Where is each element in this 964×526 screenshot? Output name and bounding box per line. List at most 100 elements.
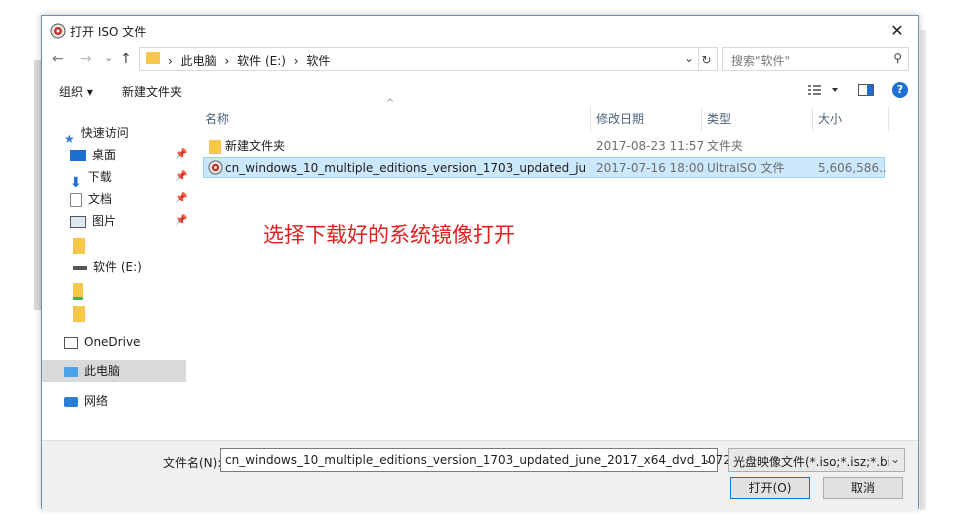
instruction-annotation: 选择下载好的系统镜像打开 xyxy=(263,223,515,247)
sidebar-item-downloads[interactable]: ⬇ 下载 xyxy=(70,166,112,191)
file-date: 2017-07-16 18:00 xyxy=(596,161,705,175)
sidebar-item-folder[interactable] xyxy=(73,234,91,256)
picture-icon xyxy=(70,215,86,228)
new-folder-button[interactable]: 新建文件夹 xyxy=(122,83,182,100)
pin-icon[interactable]: 📌 xyxy=(175,215,187,226)
breadcrumb-separator: › xyxy=(224,54,230,68)
sidebar-item-label: 桌面 xyxy=(92,148,117,162)
sidebar-item-label: 文档 xyxy=(88,192,113,206)
search-icon[interactable]: ⚲ xyxy=(893,51,902,65)
drive-icon xyxy=(73,265,87,270)
file-type: UltraISO 文件 xyxy=(707,161,785,175)
file-size: 5,606,586... xyxy=(818,161,886,175)
folder-icon xyxy=(73,237,85,254)
search-input[interactable]: 搜索"软件" xyxy=(731,52,790,69)
desktop-icon xyxy=(70,150,86,161)
file-type-select[interactable]: 光盘映像文件(*.iso;*.isz;*.bin;* ⌄ xyxy=(728,448,905,472)
column-header-type[interactable]: 类型 xyxy=(707,106,731,132)
chevron-down-icon[interactable]: ⌄ xyxy=(684,51,694,65)
sidebar-item-documents[interactable]: 文档 xyxy=(70,188,112,210)
computer-icon xyxy=(64,366,78,377)
document-icon xyxy=(70,192,82,207)
window-title: 打开 ISO 文件 xyxy=(70,25,147,39)
filename-value[interactable]: cn_windows_10_multiple_editions_version_… xyxy=(225,453,775,467)
file-row[interactable]: 新建文件夹 2017-08-23 11:57 文件夹 xyxy=(203,136,885,157)
star-icon: ★ xyxy=(64,131,75,146)
column-header-date[interactable]: 修改日期 xyxy=(596,106,644,132)
sidebar-item-drive[interactable]: 软件 (E:) xyxy=(73,256,142,278)
sidebar-item-label: 软件 (E:) xyxy=(93,260,142,274)
column-divider[interactable] xyxy=(701,106,702,132)
folder-icon xyxy=(73,283,83,300)
filename-label: 文件名(N): xyxy=(163,456,222,470)
search-box[interactable]: 搜索"软件" ⚲ xyxy=(722,47,909,71)
close-button[interactable]: ✕ xyxy=(876,16,918,46)
file-name: cn_windows_10_multiple_editions_version_… xyxy=(225,161,585,175)
folder-icon xyxy=(73,305,85,322)
breadcrumb-drive[interactable]: 软件 (E:) xyxy=(237,54,286,68)
sidebar-item-label: 此电脑 xyxy=(84,364,121,378)
file-type: 文件夹 xyxy=(707,139,744,153)
open-button[interactable]: 打开(O) xyxy=(730,477,810,499)
column-divider[interactable] xyxy=(590,106,591,132)
address-row: ← → ⌄ ↑ › 此电脑 › 软件 (E:) › 软件 ⌄ ↻ 搜索"软件" … xyxy=(42,47,918,73)
background-window-edge xyxy=(34,60,41,310)
sidebar-item-label: OneDrive xyxy=(84,335,141,349)
iso-file-icon xyxy=(208,160,223,175)
onedrive-icon xyxy=(64,336,78,349)
title-bar: 打开 ISO 文件 ✕ xyxy=(42,16,918,46)
sidebar-item-label: 下载 xyxy=(87,170,112,184)
forward-button[interactable]: → xyxy=(80,51,92,67)
sidebar-item-folder[interactable] xyxy=(73,280,89,302)
up-button[interactable]: ↑ xyxy=(120,51,132,67)
chevron-down-icon[interactable]: ⌄ xyxy=(890,452,900,466)
file-row-selected[interactable]: cn_windows_10_multiple_editions_version_… xyxy=(203,157,886,178)
network-icon xyxy=(64,396,78,407)
background-window-edge-right xyxy=(920,30,926,510)
toolbar: 组织 ▾ 新建文件夹 ? xyxy=(42,78,918,104)
sidebar-item-label: 图片 xyxy=(92,214,117,228)
file-date: 2017-08-23 11:57 xyxy=(596,139,705,153)
folder-icon xyxy=(209,140,221,154)
pin-icon[interactable]: 📌 xyxy=(175,171,187,182)
view-controls: ? xyxy=(808,82,908,98)
column-divider[interactable] xyxy=(888,106,889,132)
view-options-icon[interactable] xyxy=(808,83,842,97)
sort-ascending-icon: ^ xyxy=(386,98,395,109)
sidebar-item-label: 快速访问 xyxy=(80,126,129,140)
file-type-value[interactable]: 光盘映像文件(*.iso;*.isz;*.bin;* xyxy=(733,453,889,470)
breadcrumb-folder[interactable]: 软件 xyxy=(306,54,330,68)
breadcrumb-separator: › xyxy=(293,54,299,68)
column-header-size[interactable]: 大小 xyxy=(818,106,842,132)
column-header-name[interactable]: 名称 xyxy=(205,106,229,132)
help-icon[interactable]: ? xyxy=(892,82,908,98)
chevron-down-icon[interactable]: ⌄ xyxy=(703,452,713,466)
pin-icon[interactable]: 📌 xyxy=(175,149,187,160)
sidebar-item-network[interactable]: 网络 xyxy=(64,390,108,412)
sidebar-item-folder[interactable] xyxy=(73,302,91,324)
dialog-footer: 文件名(N): cn_windows_10_multiple_editions_… xyxy=(42,440,918,511)
preview-pane-icon[interactable] xyxy=(858,83,875,97)
sidebar-item-quick-access[interactable]: ★ 快速访问 xyxy=(64,122,129,146)
cancel-button[interactable]: 取消 xyxy=(823,477,903,499)
sidebar-item-this-pc[interactable]: 此电脑 xyxy=(64,360,120,382)
sidebar-item-label: 网络 xyxy=(84,394,109,408)
organize-button[interactable]: 组织 ▾ xyxy=(59,83,93,100)
recent-locations-button[interactable]: ⌄ xyxy=(104,51,113,64)
sidebar-item-onedrive[interactable]: OneDrive xyxy=(64,331,140,353)
breadcrumb-this-pc[interactable]: 此电脑 xyxy=(181,54,217,68)
column-divider[interactable] xyxy=(812,106,813,132)
navigation-pane: ★ 快速访问 桌面 📌 ⬇ 下载 📌 文档 📌 图片 📌 软件 (E:) One… xyxy=(42,108,190,438)
refresh-button[interactable]: ↻ xyxy=(696,47,718,71)
folder-icon xyxy=(146,52,160,64)
pin-icon[interactable]: 📌 xyxy=(175,193,187,204)
file-list: ^ 名称 修改日期 类型 大小 新建文件夹 2017-08-23 11:57 文… xyxy=(191,98,919,436)
address-bar[interactable]: › 此电脑 › 软件 (E:) › 软件 ⌄ xyxy=(139,47,699,71)
ultraiso-icon xyxy=(50,23,66,39)
sidebar-item-pictures[interactable]: 图片 xyxy=(70,210,116,232)
sidebar-item-desktop[interactable]: 桌面 xyxy=(70,144,116,166)
filename-input[interactable]: cn_windows_10_multiple_editions_version_… xyxy=(220,448,775,472)
download-icon: ⬇ xyxy=(70,174,82,191)
back-button[interactable]: ← xyxy=(52,51,64,67)
open-iso-dialog: 打开 ISO 文件 ✕ ← → ⌄ ↑ › 此电脑 › 软件 (E:) › 软件… xyxy=(41,15,919,511)
